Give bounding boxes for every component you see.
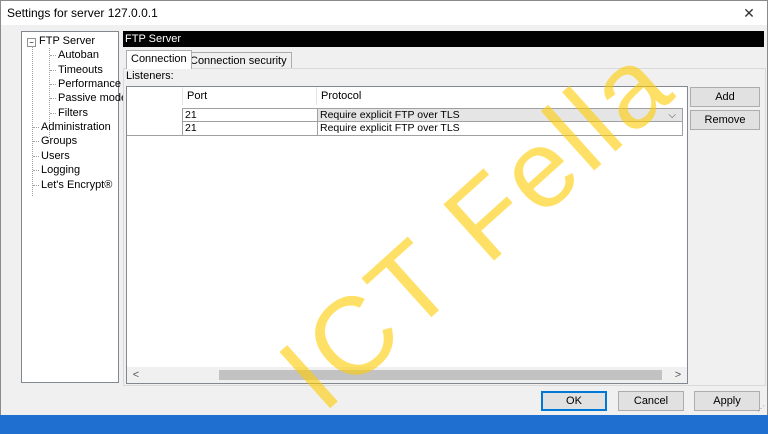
- listeners-label: Listeners:: [126, 70, 174, 82]
- tree-connector: [50, 98, 56, 99]
- scroll-thumb[interactable]: [219, 370, 662, 380]
- tree-item-administration[interactable]: Administration: [41, 120, 111, 134]
- tree-item-logging[interactable]: Logging: [41, 163, 80, 177]
- port-cell[interactable]: 21: [182, 122, 318, 136]
- tree-item-ftp-server[interactable]: FTP Server: [39, 34, 95, 48]
- tree-connector: [33, 185, 39, 186]
- port-cell[interactable]: 21: [182, 108, 318, 122]
- tab-connection-security[interactable]: Connection security: [185, 52, 292, 68]
- table-row[interactable]: 21 Require explicit FTP over TLS ⌵: [127, 108, 687, 122]
- tree-connector: [50, 70, 56, 71]
- remove-button[interactable]: Remove: [690, 110, 760, 130]
- address-cell[interactable]: [127, 122, 183, 136]
- tree-connector: [33, 156, 39, 157]
- tree-connector: [33, 127, 39, 128]
- column-header-port[interactable]: Port: [183, 87, 317, 105]
- title-bar[interactable]: Settings for server 127.0.0.1 ✕: [1, 1, 767, 25]
- close-icon[interactable]: ✕: [731, 1, 767, 25]
- protocol-cell[interactable]: Require explicit FTP over TLS: [317, 122, 683, 136]
- tree-item-performance[interactable]: Performance: [58, 77, 121, 91]
- tree-connector: [33, 170, 39, 171]
- tree-connector: [32, 46, 33, 196]
- protocol-dropdown[interactable]: Require explicit FTP over TLS ⌵: [317, 108, 683, 122]
- window-title: Settings for server 127.0.0.1: [7, 6, 158, 20]
- tree-connector: [50, 84, 56, 85]
- tree-item-groups[interactable]: Groups: [41, 134, 77, 148]
- listeners-grid: Port Protocol 21 Require explicit FTP ov…: [126, 86, 688, 384]
- tree-item-passive-mode[interactable]: Passive mode: [58, 91, 127, 105]
- tree-item-lets-encrypt[interactable]: Let's Encrypt®: [41, 178, 112, 192]
- scroll-right-icon[interactable]: >: [671, 367, 685, 383]
- desktop-background: [0, 415, 768, 424]
- settings-window: Settings for server 127.0.0.1 ✕ − FTP Se…: [0, 0, 768, 416]
- tree-item-timeouts[interactable]: Timeouts: [58, 63, 103, 77]
- tree-connector: [50, 55, 56, 56]
- add-button[interactable]: Add: [690, 87, 760, 107]
- tree-item-filters[interactable]: Filters: [58, 106, 88, 120]
- chevron-down-icon[interactable]: ⌵: [668, 109, 676, 122]
- apply-button[interactable]: Apply: [694, 391, 760, 411]
- column-header-protocol[interactable]: Protocol: [317, 87, 687, 105]
- tab-connection[interactable]: Connection: [126, 50, 192, 69]
- address-cell[interactable]: [127, 108, 183, 122]
- tree-connector: [50, 113, 56, 114]
- horizontal-scrollbar[interactable]: < >: [127, 367, 687, 383]
- scroll-left-icon[interactable]: <: [129, 367, 143, 383]
- table-row[interactable]: 21 Require explicit FTP over TLS: [127, 122, 687, 136]
- cancel-button[interactable]: Cancel: [618, 391, 684, 411]
- protocol-value: Require explicit FTP over TLS: [320, 109, 460, 121]
- resize-grip-icon[interactable]: ⋰: [757, 404, 765, 413]
- tree-connector: [33, 141, 39, 142]
- settings-tree: − FTP Server Autoban Timeouts Performanc…: [21, 31, 127, 383]
- tree-item-autoban[interactable]: Autoban: [58, 48, 99, 62]
- pane-header: FTP Server: [123, 31, 764, 47]
- column-header-address[interactable]: [127, 87, 183, 105]
- tree-item-users[interactable]: Users: [41, 149, 70, 163]
- ok-button[interactable]: OK: [541, 391, 607, 411]
- grid-header: Port Protocol: [127, 87, 687, 105]
